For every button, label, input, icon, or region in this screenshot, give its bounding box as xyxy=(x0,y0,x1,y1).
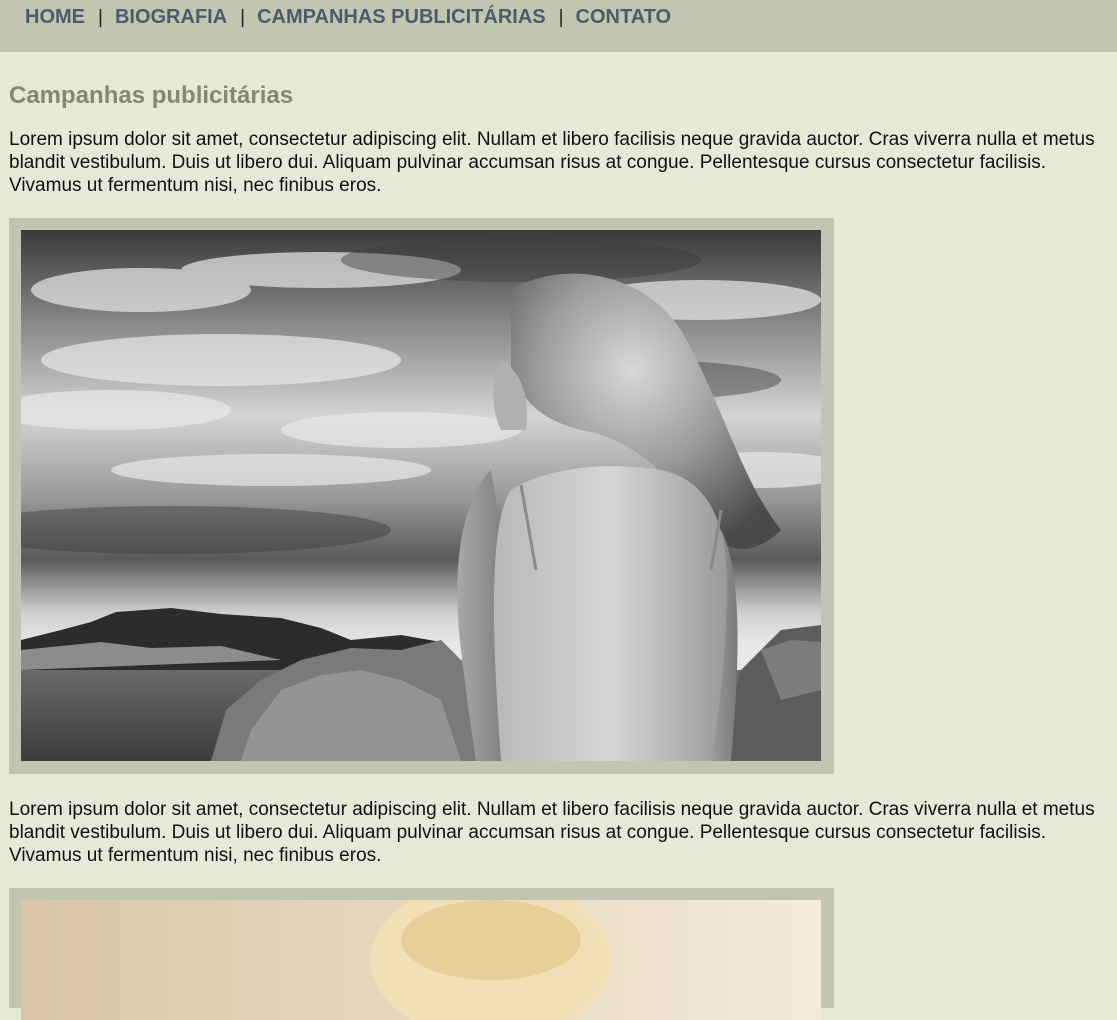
campaign-photo-frame xyxy=(9,218,834,774)
nav-separator: | xyxy=(240,6,246,28)
campaign-photo-portrait xyxy=(21,900,821,1020)
top-navigation-bar: HOME | BIOGRAFIA | CAMPANHAS PUBLICITÁRI… xyxy=(0,0,1117,52)
campaign-photo-seaside-woman xyxy=(21,230,821,761)
nav-link-biografia[interactable]: BIOGRAFIA xyxy=(115,6,227,29)
nav-separator: | xyxy=(98,6,103,28)
nav-separator: | xyxy=(558,6,564,28)
campaign-photo-frame-2 xyxy=(9,888,834,1020)
intro-paragraph: Lorem ipsum dolor sit amet, consectetur … xyxy=(9,129,1095,196)
page-title: Campanhas publicitárias xyxy=(9,82,294,109)
nav-link-contato[interactable]: CONTATO xyxy=(576,6,672,29)
nav-menu: HOME | BIOGRAFIA | CAMPANHAS PUBLICITÁRI… xyxy=(25,6,671,29)
second-paragraph: Lorem ipsum dolor sit amet, consectetur … xyxy=(9,799,1095,866)
nav-link-home[interactable]: HOME xyxy=(25,6,85,29)
nav-link-campanhas[interactable]: CAMPANHAS PUBLICITÁRIAS xyxy=(257,6,546,29)
